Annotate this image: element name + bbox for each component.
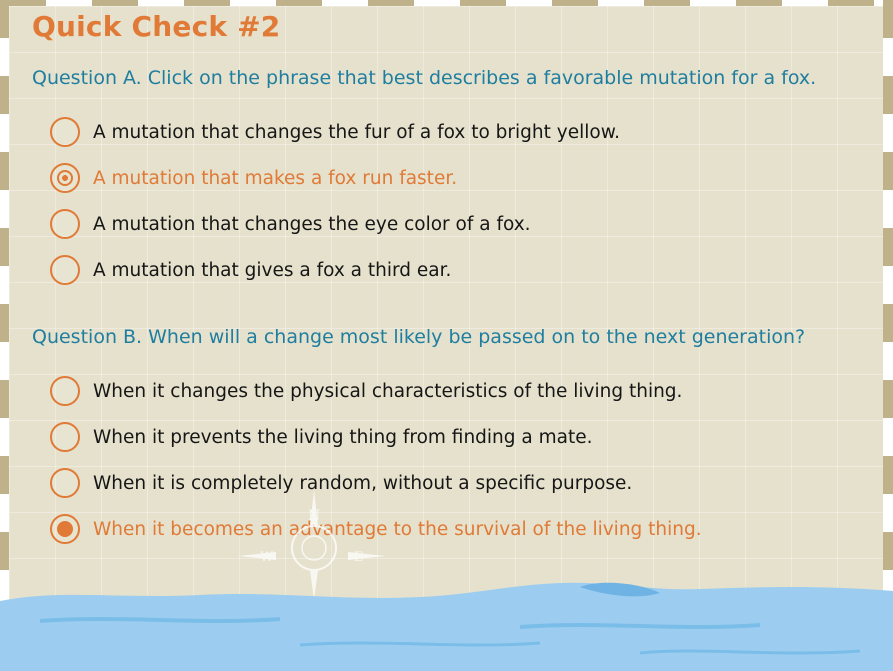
question-a-option-2[interactable]: A mutation that makes a fox run faster. xyxy=(50,160,457,196)
radio-button-icon[interactable] xyxy=(50,255,80,285)
page-title: Quick Check #2 xyxy=(32,10,281,43)
option-label: A mutation that gives a fox a third ear. xyxy=(93,259,452,281)
option-label: A mutation that makes a fox run faster. xyxy=(93,167,458,189)
option-label: When it changes the physical characteris… xyxy=(93,380,683,402)
radio-button-icon[interactable] xyxy=(50,468,80,498)
radio-button-icon[interactable] xyxy=(50,117,80,147)
option-label: A mutation that changes the eye color of… xyxy=(93,213,531,235)
quiz-card: Quick Check #2 Question A. Click on the … xyxy=(9,6,883,671)
question-a-option-4[interactable]: A mutation that gives a fox a third ear. xyxy=(50,252,451,288)
question-a-option-1[interactable]: A mutation that changes the fur of a fox… xyxy=(50,114,620,150)
question-b-prompt: Question B. When will a change most like… xyxy=(32,326,806,348)
frame-border-right xyxy=(883,0,893,671)
compass-e-label: E xyxy=(354,550,364,565)
radio-button-selected-icon[interactable] xyxy=(50,514,80,544)
radio-button-icon[interactable] xyxy=(50,209,80,239)
question-a-prompt: Question A. Click on the phrase that bes… xyxy=(32,67,817,89)
question-a-option-3[interactable]: A mutation that changes the eye color of… xyxy=(50,206,531,242)
radio-button-selected-icon[interactable] xyxy=(50,163,80,193)
question-b-option-2[interactable]: When it prevents the living thing from f… xyxy=(50,419,593,455)
frame-border-left xyxy=(0,0,9,671)
option-label: When it prevents the living thing from f… xyxy=(93,426,593,448)
compass-w-label: W xyxy=(260,550,274,565)
question-b-option-1[interactable]: When it changes the physical characteris… xyxy=(50,373,682,409)
option-label: When it becomes an advantage to the surv… xyxy=(93,518,702,540)
compass-n-label: N xyxy=(308,508,320,524)
water-decoration xyxy=(0,582,893,671)
option-label: A mutation that changes the fur of a fox… xyxy=(93,121,621,143)
radio-button-icon[interactable] xyxy=(50,376,80,406)
radio-button-icon[interactable] xyxy=(50,422,80,452)
